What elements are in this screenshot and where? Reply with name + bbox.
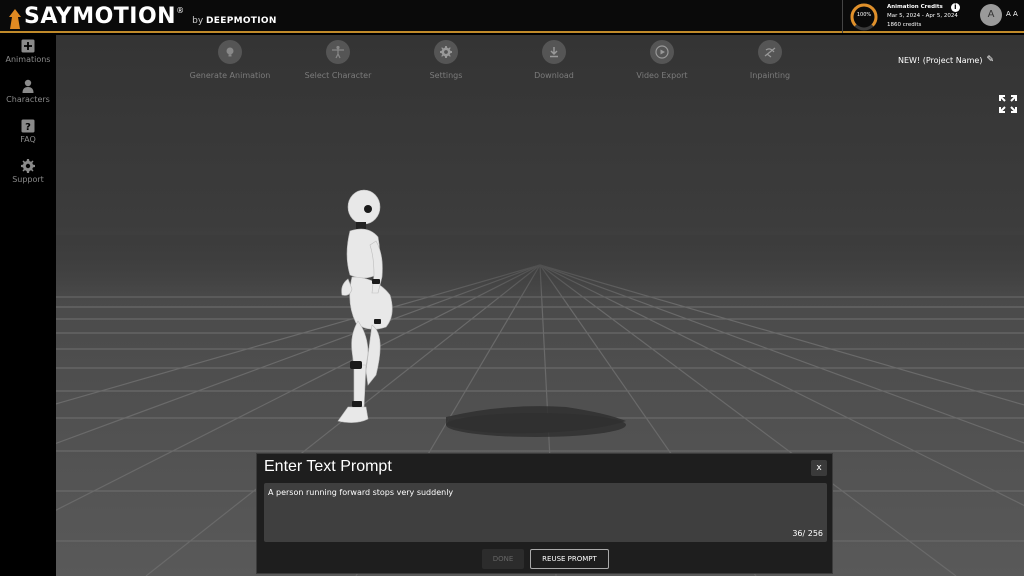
logo-registered-mark: ® [176,6,185,15]
fullscreen-expand-icon[interactable] [999,95,1017,113]
user-initials[interactable]: A A [1006,10,1018,18]
dialog-title: Enter Text Prompt [264,458,392,475]
svg-text:?: ? [25,122,31,133]
step-toolbar: Generate Animation Select Character Sett… [176,40,824,90]
person-icon [22,79,34,93]
gauge-percent: 100% [856,11,872,18]
tool-label: Inpainting [749,71,791,80]
gear-icon [21,159,35,173]
credits-title: Animation Credits [887,4,943,10]
pencil-icon[interactable]: ✎ [986,55,994,65]
prompt-textarea[interactable]: A person running forward stops very sudd… [264,483,827,542]
left-sidebar: Animations Characters ? FAQ Support [0,35,56,576]
tool-inpainting[interactable]: Inpainting [716,40,824,90]
credits-gauge: 100% [849,2,879,32]
gear-icon [434,40,458,64]
sidebar-item-support[interactable]: Support [0,159,56,195]
top-header: SAYMOTION ® by DEEPMOTION 100% Animation… [0,0,1024,33]
tool-generate-animation[interactable]: Generate Animation [176,40,284,90]
close-button[interactable]: x [811,460,827,476]
project-name-label: NEW! (Project Name) [898,55,983,65]
sidebar-item-label: Characters [6,95,50,104]
sidebar-item-label: FAQ [20,135,36,144]
question-icon: ? [21,119,35,133]
byline-by: by [192,16,204,26]
tool-label: Select Character [304,71,372,80]
lightbulb-icon [218,40,242,64]
prompt-text: A person running forward stops very sudd… [268,488,454,497]
tool-video-export[interactable]: Video Export [608,40,716,90]
credits-title-row: Animation Credits i [887,3,960,12]
credits-amount: 1860 credits [887,22,922,28]
download-icon [542,40,566,64]
sidebar-item-characters[interactable]: Characters [0,79,56,115]
sidebar-item-faq[interactable]: ? FAQ [0,119,56,155]
byline-brand: DEEPMOTION [206,16,277,26]
done-button[interactable]: DONE [482,549,524,569]
sidebar-item-label: Support [12,175,44,184]
logo-text: SAYMOTION [24,4,177,29]
3d-viewport[interactable]: Generate Animation Select Character Sett… [56,35,1024,576]
animation-credits[interactable]: 100% Animation Credits i Mar 5, 2024 - A… [842,0,968,33]
sidebar-item-animations[interactable]: Animations [0,39,56,75]
play-icon [650,40,674,64]
logo-icon [9,9,21,29]
project-name[interactable]: NEW! (Project Name) ✎ [898,55,994,65]
logo-byline: by DEEPMOTION [192,16,277,26]
char-counter: 36/ 256 [792,529,823,538]
user-avatar[interactable]: A [980,4,1002,26]
tool-label: Generate Animation [189,71,271,80]
credits-date-range: Mar 5, 2024 - Apr 5, 2024 [887,13,958,19]
tool-settings[interactable]: Settings [392,40,500,90]
info-icon[interactable]: i [950,3,960,12]
tool-label: Video Export [636,71,688,80]
reuse-prompt-button[interactable]: REUSE PROMPT [530,549,609,569]
tool-label: Settings [429,71,463,80]
text-prompt-dialog: Enter Text Prompt x A person running for… [256,453,833,574]
3d-mannequin-character[interactable] [306,185,646,445]
saymotion-logo[interactable]: SAYMOTION ® by DEEPMOTION [8,3,277,29]
inpainting-icon [758,40,782,64]
sidebar-item-label: Animations [5,55,51,64]
tool-label: Download [534,71,574,80]
tool-download[interactable]: Download [500,40,608,90]
figure-icon [326,40,350,64]
tool-select-character[interactable]: Select Character [284,40,392,90]
plus-square-icon [21,39,35,53]
credits-info: Animation Credits i Mar 5, 2024 - Apr 5,… [887,3,960,30]
